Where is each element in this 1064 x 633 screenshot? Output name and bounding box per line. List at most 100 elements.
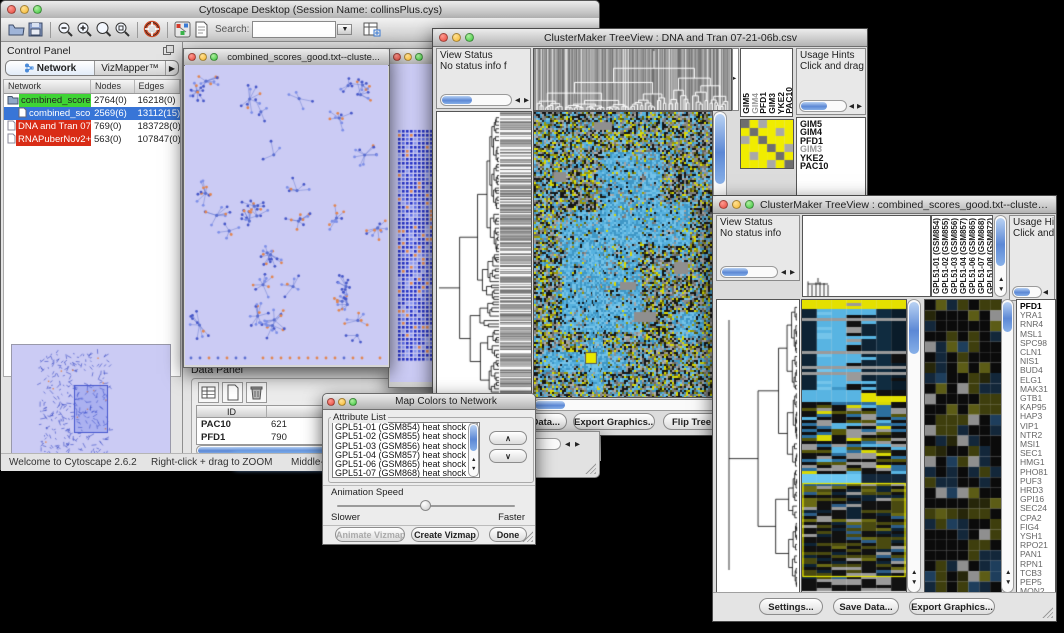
float-panel-icon[interactable] xyxy=(163,45,174,58)
export-graphics-button[interactable]: Export Graphics... xyxy=(909,598,995,615)
scroll-left-arrow[interactable]: ◀ xyxy=(1043,289,1048,297)
tv2-genelist-vscrollbar[interactable]: ▲ ▼ xyxy=(1001,299,1014,593)
tv2-row-dendrogram[interactable] xyxy=(716,299,800,593)
annotation-icon[interactable] xyxy=(192,20,211,39)
column-label[interactable]: GIM5 xyxy=(741,93,750,114)
resize-grip[interactable] xyxy=(585,463,596,474)
column-label[interactable]: GPL51-04 (GSM857) xyxy=(959,218,968,294)
search-dropdown-arrow[interactable]: ▼ xyxy=(337,24,352,35)
network-row-dna-and-tran[interactable]: DNA and Tran 07 769(0) 183728(0) xyxy=(4,120,180,133)
attribute-table-icon[interactable] xyxy=(362,20,381,39)
tv1-hints-hscrollbar[interactable] xyxy=(799,100,847,112)
tv2-status-hscrollbar[interactable] xyxy=(720,266,778,278)
network-row-combined-scores[interactable]: combined_scores 2764(0) 16218(0) xyxy=(4,94,180,107)
scroll-down-arrow[interactable]: ▼ xyxy=(1005,579,1011,587)
new-attribute-icon[interactable] xyxy=(222,382,243,403)
column-header-id[interactable]: ID xyxy=(197,406,267,418)
zoom-in-icon[interactable] xyxy=(75,20,94,39)
scroll-left-arrow[interactable]: ◀ xyxy=(515,97,520,105)
tv2-heatmap[interactable] xyxy=(801,299,907,593)
column-label[interactable]: GIM3 xyxy=(767,93,776,114)
close-button[interactable] xyxy=(188,53,196,61)
network-overview-thumbnail[interactable] xyxy=(11,344,171,458)
resize-grip[interactable] xyxy=(1042,607,1053,618)
minimize-button[interactable] xyxy=(452,33,461,42)
attribute-list-vscrollbar[interactable]: ▲ ▼ xyxy=(468,423,479,477)
done-button[interactable]: Done xyxy=(489,527,527,542)
tab-vizmapper[interactable]: VizMapper™ xyxy=(95,61,166,75)
minimize-button[interactable] xyxy=(20,5,29,14)
tv1-status-hscrollbar[interactable] xyxy=(440,94,512,106)
attribute-list-item[interactable]: GPL51-07 (GSM868) heat shock 60 min xyxy=(333,469,479,478)
zoom-button[interactable] xyxy=(210,53,218,61)
tab-network[interactable]: Network xyxy=(6,61,95,75)
column-label[interactable]: GPL51-01 (GSM854) xyxy=(932,218,941,294)
tv2-heatmap-vscrollbar[interactable]: ▲ ▼ xyxy=(907,299,921,593)
column-label[interactable]: PAC10 xyxy=(784,87,793,114)
window-controls[interactable] xyxy=(7,5,42,14)
close-button[interactable] xyxy=(719,200,728,209)
scroll-down-arrow[interactable]: ▼ xyxy=(998,286,1004,294)
search-input[interactable] xyxy=(252,21,336,38)
zoom-button[interactable] xyxy=(465,33,474,42)
zoom-out-icon[interactable] xyxy=(56,20,75,39)
scroll-up-arrow[interactable]: ▲ xyxy=(998,276,1004,284)
tv2-column-dendrogram[interactable] xyxy=(802,215,931,297)
delete-attribute-trash-icon[interactable] xyxy=(246,382,267,403)
attribute-select-icon[interactable] xyxy=(198,382,219,403)
network-table-header[interactable]: Network Nodes Edges xyxy=(4,80,180,94)
gene-label[interactable]: PAC10 xyxy=(800,162,865,170)
close-button[interactable] xyxy=(439,33,448,42)
tv1-selected-submatrix[interactable] xyxy=(740,119,794,169)
move-up-button[interactable]: ∧ xyxy=(489,431,527,445)
minimize-button[interactable] xyxy=(199,53,207,61)
scroll-right-arrow[interactable]: ▶ xyxy=(575,441,580,449)
save-icon[interactable] xyxy=(26,20,45,39)
minimize-button[interactable] xyxy=(404,53,412,61)
export-graphics-button[interactable]: Export Graphics... xyxy=(573,413,655,430)
new-network-icon[interactable] xyxy=(173,20,192,39)
tv2-labels-vscrollbar[interactable]: ▲ ▼ xyxy=(994,215,1007,297)
zoom-button[interactable] xyxy=(415,53,423,61)
minimize-button[interactable] xyxy=(732,200,741,209)
tv1-column-dendrogram[interactable] xyxy=(533,48,732,111)
column-label[interactable]: GPL51-03 (GSM856) xyxy=(950,218,959,294)
slider-thumb[interactable] xyxy=(420,500,431,511)
scroll-right-arrow[interactable]: ▶ xyxy=(524,97,529,105)
zoom-button[interactable] xyxy=(33,5,42,14)
scroll-up-arrow[interactable]: ▲ xyxy=(1005,569,1011,577)
create-vizmap-button[interactable]: Create Vizmap xyxy=(411,527,479,542)
zoom-button[interactable] xyxy=(745,200,754,209)
scroll-down-arrow[interactable]: ▼ xyxy=(911,579,917,587)
zoom-fit-icon[interactable] xyxy=(94,20,113,39)
minimize-button[interactable] xyxy=(338,398,346,406)
tv2-selected-submatrix[interactable] xyxy=(924,299,1002,593)
zoom-selected-icon[interactable] xyxy=(113,20,132,39)
column-label[interactable]: GPL51-06 (GSM865) xyxy=(968,218,977,294)
column-label[interactable]: GPL51-02 (GSM855) xyxy=(941,218,950,294)
tv1-row-dendrogram[interactable] xyxy=(436,111,532,398)
scroll-up-arrow[interactable]: ▲ xyxy=(911,569,917,577)
scroll-up-arrow[interactable]: ▲ xyxy=(471,456,476,464)
tv2-hints-hscrollbar[interactable] xyxy=(1012,286,1042,298)
scroll-left-arrow[interactable]: ◀ xyxy=(849,103,854,111)
tab-overflow-arrow[interactable]: ▶ xyxy=(166,61,178,75)
close-button[interactable] xyxy=(327,398,335,406)
zoom-button[interactable] xyxy=(349,398,357,406)
network-view-canvas[interactable] xyxy=(185,65,388,365)
scroll-down-arrow[interactable]: ▼ xyxy=(471,465,476,473)
tv1-heatmap-hscrollbar[interactable] xyxy=(533,399,729,411)
close-button[interactable] xyxy=(7,5,16,14)
save-data-button[interactable]: Save Data... xyxy=(833,598,899,615)
tv1-heatmap[interactable] xyxy=(533,111,713,398)
help-lifering-icon[interactable] xyxy=(143,20,162,39)
animate-vizmap-button[interactable]: Animate Vizmap xyxy=(335,527,405,542)
column-label[interactable]: GPL51-08 (GSM872) xyxy=(986,218,993,294)
scroll-right-arrow[interactable]: ▶ xyxy=(790,269,795,277)
scroll-right-arrow[interactable]: ▶ xyxy=(857,103,862,111)
settings-button[interactable]: Settings... xyxy=(759,598,823,615)
scroll-left-arrow[interactable]: ◀ xyxy=(781,269,786,277)
network-row-combined-sco-selected[interactable]: combined_sco 2569(6) 13112(15) xyxy=(4,107,180,120)
main-titlebar[interactable]: Cytoscape Desktop (Session Name: collins… xyxy=(1,1,599,19)
scroll-left-arrow[interactable]: ◀ xyxy=(565,441,570,449)
